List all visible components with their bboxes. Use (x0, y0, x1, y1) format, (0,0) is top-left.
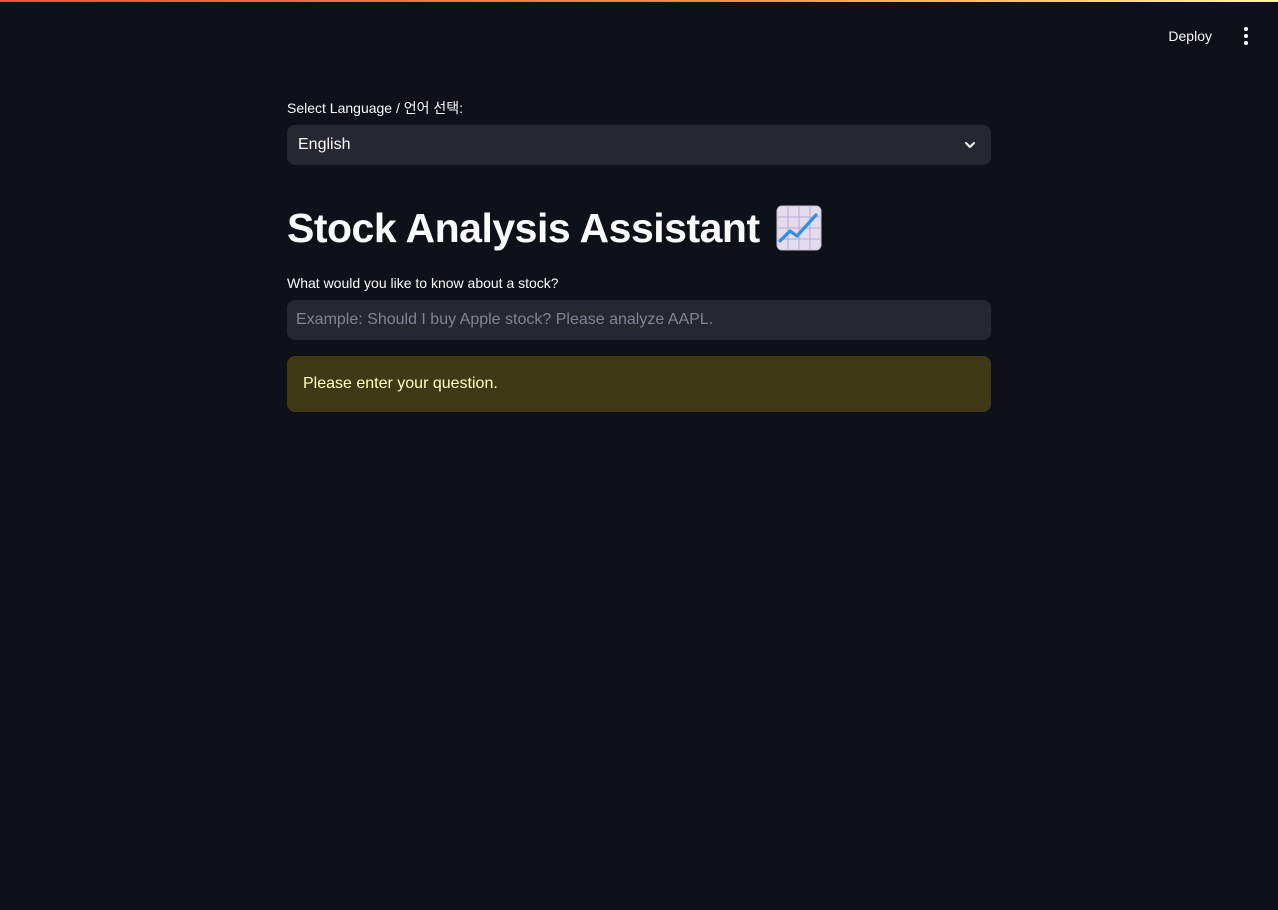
language-select-label: Select Language / 언어 선택: (287, 100, 464, 116)
menu-dot (1244, 41, 1248, 45)
language-select[interactable]: English (287, 125, 991, 165)
top-decoration-bar (0, 0, 1278, 2)
title-row: Stock Analysis Assistant (287, 203, 991, 253)
kebab-menu-icon[interactable] (1234, 22, 1258, 50)
chevron-down-icon (965, 142, 975, 148)
page-title: Stock Analysis Assistant (287, 204, 760, 251)
main-content: Select Language / 언어 선택: English Stock A… (287, 98, 991, 412)
question-input-label: What would you like to know about a stoc… (287, 275, 559, 291)
menu-dot (1244, 34, 1248, 38)
question-input[interactable] (287, 300, 991, 340)
menu-dot (1244, 27, 1248, 31)
chart-increasing-icon (776, 205, 822, 251)
warning-alert-text: Please enter your question. (303, 375, 498, 392)
deploy-button[interactable]: Deploy (1160, 22, 1220, 50)
app-header: Deploy (1160, 22, 1258, 50)
language-select-value: English (298, 136, 351, 153)
warning-alert: Please enter your question. (287, 356, 991, 412)
